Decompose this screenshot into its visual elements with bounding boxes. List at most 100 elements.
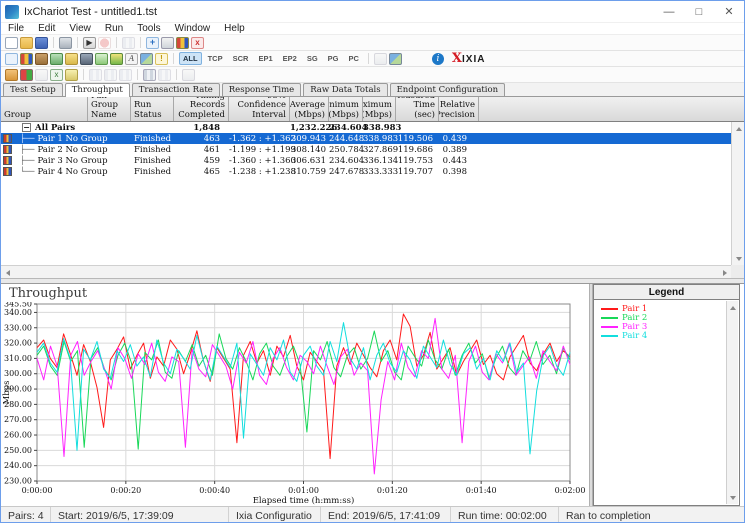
table-row[interactable]: ├── Pair 3 No Group Finished 459 -1.360 … [1, 155, 744, 166]
legend-item-pair1[interactable]: Pair 1 [601, 304, 726, 313]
table-vertical-scrollbar[interactable] [731, 122, 744, 265]
toolbar-separator [137, 69, 138, 80]
report-icon[interactable] [389, 53, 402, 65]
alert-icon[interactable]: ! [155, 53, 168, 65]
tab-response-time[interactable]: Response Time [222, 83, 301, 96]
legend-scrollbar[interactable] [726, 301, 738, 504]
locked-icon[interactable] [182, 69, 195, 81]
filter-sg-button[interactable]: SG [303, 52, 322, 65]
move-columns-icon[interactable] [158, 69, 171, 81]
col-header-relative-precision[interactable]: Relative Precision [439, 97, 479, 121]
copy-pair-icon[interactable] [161, 37, 174, 49]
stop-test-icon[interactable] [98, 37, 111, 49]
print-icon[interactable] [59, 37, 72, 49]
export-icon[interactable] [374, 53, 387, 65]
reorder-icon[interactable] [5, 53, 18, 65]
scroll-up-arrow[interactable] [732, 122, 745, 135]
collapse-icon[interactable]: − [22, 123, 31, 132]
table-row[interactable]: ├── Pair 2 No Group Finished 461 -1.199 … [1, 144, 744, 155]
copy-faded-icon[interactable] [35, 69, 48, 81]
filter-pc-button[interactable]: PC [345, 52, 363, 65]
pairs-view-icon[interactable] [20, 53, 33, 65]
all-pairs-maximum: 338.983 [363, 123, 396, 133]
pair-icon [3, 156, 12, 165]
tab-raw-data-totals[interactable]: Raw Data Totals [303, 83, 387, 96]
toolbar-separator [176, 69, 177, 80]
menu-run[interactable]: Run [98, 23, 130, 34]
resize-columns-icon[interactable] [143, 69, 156, 81]
text-label-icon[interactable]: A [125, 53, 138, 65]
new-test-icon[interactable] [5, 37, 18, 49]
all-pairs-row[interactable]: − All Pairs 1,848 1,232.226 234.604 338.… [1, 122, 744, 133]
help-info-icon[interactable]: i [432, 53, 444, 65]
tab-transaction-rate[interactable]: Transaction Rate [132, 83, 220, 96]
filter-ep2-button[interactable]: EP2 [279, 52, 301, 65]
table-row[interactable]: └── Pair 4 No Group Finished 465 -1.238 … [1, 166, 744, 177]
table-horizontal-scrollbar[interactable] [1, 265, 731, 278]
legend-item-pair2[interactable]: Pair 2 [601, 313, 726, 322]
menu-tools[interactable]: Tools [130, 23, 167, 34]
delete-pair-icon[interactable]: x [191, 37, 204, 49]
col-header-run-status[interactable]: Run Status [131, 97, 174, 121]
timing-records: 465 [174, 167, 229, 177]
chart-section: Throughput 345.50340.00330.00320.00310.0… [1, 284, 744, 506]
clipboard-icon[interactable] [5, 69, 18, 81]
col-header-measured-time[interactable]: Measured Time (sec) [396, 97, 439, 121]
filter-pg-button[interactable]: PG [324, 52, 343, 65]
pair-name: Pair 1 No Group [37, 134, 107, 144]
filter-ep1-button[interactable]: EP1 [254, 52, 276, 65]
legend-item-pair4[interactable]: Pair 4 [601, 331, 726, 340]
tab-throughput[interactable]: Throughput [65, 83, 130, 97]
col-header-group[interactable]: Group [1, 97, 88, 121]
pair-name: Pair 3 No Group [37, 156, 107, 166]
save-test-icon[interactable] [35, 37, 48, 49]
svg-text:230.00: 230.00 [4, 477, 32, 486]
col-header-maximum[interactable]: Maximum (Mbps) [363, 97, 396, 121]
announce-icon[interactable] [65, 53, 78, 65]
open-test-icon[interactable] [20, 37, 33, 49]
endpoint-pairs-icon[interactable] [176, 37, 189, 49]
menu-file[interactable]: File [1, 23, 31, 34]
scroll-up-arrow[interactable] [727, 301, 739, 314]
scroll-down-arrow[interactable] [727, 491, 739, 504]
scroll-down-arrow[interactable] [732, 252, 745, 265]
menu-edit[interactable]: Edit [31, 23, 62, 34]
capture-icon[interactable] [80, 53, 93, 65]
add-pair-icon[interactable]: + [146, 37, 159, 49]
col-header-minimum[interactable]: Minimum (Mbps) [329, 97, 363, 121]
legend-item-pair3[interactable]: Pair 3 [601, 322, 726, 331]
col-header-timing-records[interactable]: Timing Records Completed [174, 97, 229, 121]
tab-test-setup[interactable]: Test Setup [3, 83, 63, 96]
menu-help[interactable]: Help [217, 23, 252, 34]
col-header-average[interactable]: Average (Mbps) [290, 97, 329, 121]
link-endpoints-icon[interactable] [50, 53, 63, 65]
minimize-button[interactable]: — [654, 1, 684, 22]
tab-endpoint-configuration[interactable]: Endpoint Configuration [390, 83, 506, 96]
group-icon-3[interactable] [119, 69, 132, 81]
close-button[interactable]: ✕ [714, 1, 744, 22]
image-icon[interactable] [140, 53, 153, 65]
notes-icon[interactable] [65, 69, 78, 81]
col-header-confidence-interval[interactable]: 95% Confidence Interval [229, 97, 290, 121]
swap-pairs-icon[interactable] [20, 69, 33, 81]
charts-icon[interactable] [110, 53, 123, 65]
filter-all-button[interactable]: ALL [179, 52, 202, 65]
table-row[interactable]: ├── Pair 1 No Group Finished 463 -1.362 … [1, 133, 744, 144]
run-test-icon[interactable]: ▶ [83, 37, 96, 49]
find-icon[interactable] [35, 53, 48, 65]
svg-text:310.00: 310.00 [4, 354, 32, 363]
col-header-pair-group-name[interactable]: Pair Group Name [88, 97, 131, 121]
group-icon-2[interactable] [104, 69, 117, 81]
edit-script-icon[interactable] [95, 53, 108, 65]
menu-view[interactable]: View [62, 23, 98, 34]
maximize-button[interactable]: □ [684, 1, 714, 22]
confidence-interval: -1.238 : +1.238 [229, 167, 290, 177]
filter-tcp-button[interactable]: TCP [204, 52, 227, 65]
window-layout-icon[interactable] [122, 37, 135, 49]
all-pairs-records: 1,848 [174, 123, 229, 133]
menu-window[interactable]: Window [168, 23, 218, 34]
cross-arrows-icon[interactable]: x [50, 69, 63, 81]
filter-scr-button[interactable]: SCR [229, 52, 253, 65]
group-icon-1[interactable] [89, 69, 102, 81]
measured-time: 119.707 [396, 167, 439, 177]
